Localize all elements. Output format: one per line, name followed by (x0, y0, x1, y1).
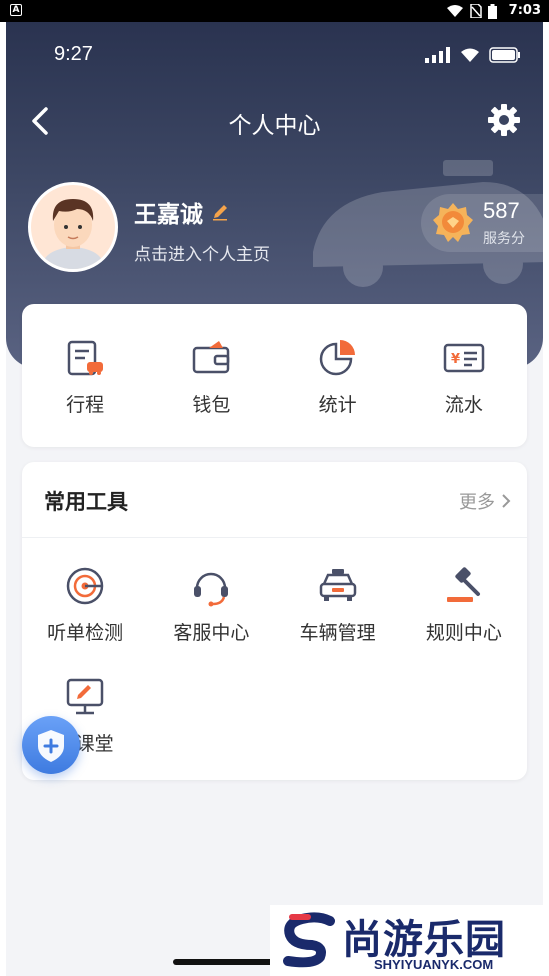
score-medal-icon (433, 203, 473, 242)
wallet-icon (193, 341, 230, 374)
quick-action-ledger[interactable]: ¥ 流水 (401, 336, 527, 417)
tool-customer-service[interactable]: 客服中心 (148, 564, 274, 645)
battery-icon (489, 47, 520, 63)
safety-shield-button[interactable] (22, 716, 80, 774)
headset-icon (194, 572, 229, 607)
ios-clock: 9:27 (54, 43, 93, 65)
tool-label: 客服中心 (173, 622, 250, 644)
quick-action-label: 统计 (318, 394, 357, 416)
android-status-bar: A 7:03 (0, 0, 549, 22)
tool-label: 听单检测 (47, 622, 124, 644)
wifi-icon (461, 48, 479, 62)
s-logo-icon (283, 912, 335, 968)
chevron-right-icon (502, 494, 511, 508)
service-score-badge[interactable]: 587 服务分 (421, 194, 543, 252)
no-sim-icon (470, 4, 482, 18)
score-label: 服务分 (483, 231, 525, 247)
ios-status-icons (425, 47, 521, 63)
quick-action-trip[interactable]: 行程 (22, 336, 148, 417)
quick-action-label: 钱包 (192, 394, 231, 416)
trip-icon (67, 340, 104, 376)
tool-label: 车辆管理 (299, 622, 376, 644)
quick-actions-card: 行程 钱包 统计 ¥ 流水 (22, 304, 527, 447)
tool-vehicle-management[interactable]: 车辆管理 (275, 564, 401, 645)
ledger-icon: ¥ (443, 343, 485, 373)
score-value: 587 (483, 198, 520, 223)
svg-text:¥: ¥ (451, 352, 460, 367)
tool-rules-center[interactable]: 规则中心 (401, 564, 527, 645)
classroom-icon (66, 678, 104, 715)
page-title: 个人中心 (228, 113, 321, 139)
car-icon (319, 569, 356, 601)
tool-order-detection[interactable]: 听单检测 (22, 564, 148, 645)
quick-action-wallet[interactable]: 钱包 (148, 336, 274, 417)
gavel-icon (446, 567, 480, 602)
site-watermark: 尚游乐园 SHYIYUANYK.COM (270, 905, 549, 976)
quick-action-label: 行程 (66, 394, 105, 416)
edit-pencil-icon[interactable] (211, 203, 229, 221)
system-time: 7:03 (508, 3, 541, 18)
user-name-row[interactable]: 王嘉诚 (134, 195, 229, 229)
pie-chart-icon (319, 340, 355, 376)
tool-label: 规则中心 (425, 622, 502, 644)
shield-plus-icon (38, 730, 64, 762)
system-status-icons (447, 3, 497, 19)
tools-header: 常用工具 更多 (22, 462, 527, 538)
battery-icon (488, 3, 497, 19)
navigation-bar: 个人中心 (6, 100, 543, 144)
target-icon (66, 567, 104, 605)
avatar-illustration (31, 185, 115, 269)
app-notification-icon: A (10, 4, 22, 16)
quick-action-statistics[interactable]: 统计 (275, 336, 401, 417)
avatar[interactable] (28, 182, 118, 272)
settings-gear-icon[interactable] (487, 103, 521, 137)
tools-title: 常用工具 (44, 490, 128, 514)
watermark-url: SHYIYUANYK.COM (374, 957, 494, 972)
signal-icon (425, 47, 450, 63)
common-tools-card: 常用工具 更多 听单检测 客服中心 车辆管理 规则中心 机课堂 (22, 462, 527, 780)
user-name: 王嘉诚 (134, 202, 203, 228)
app-screen: 9:27 个人中心 王嘉诚 点击进入个人主页 587 服务分 行程 钱包 统计 … (6, 22, 543, 976)
more-link[interactable]: 更多 (459, 488, 511, 514)
profile-link-text[interactable]: 点击进入个人主页 (134, 240, 270, 265)
more-label: 更多 (459, 492, 495, 513)
wifi-icon (447, 4, 463, 17)
quick-action-label: 流水 (444, 394, 483, 416)
